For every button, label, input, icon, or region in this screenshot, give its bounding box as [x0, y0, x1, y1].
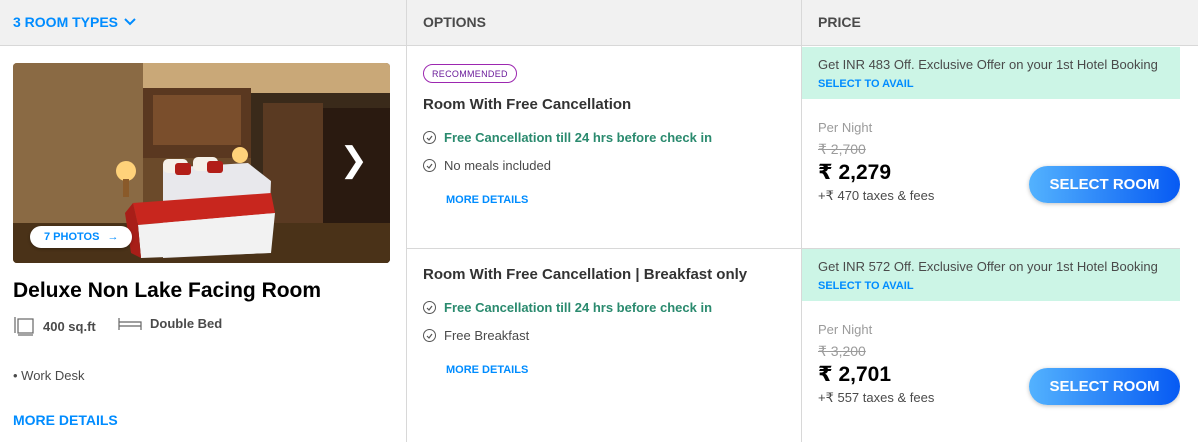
select-room-button[interactable]: SELECT ROOM	[1029, 166, 1180, 203]
cancellation-text: Free Cancellation till 24 hrs before che…	[444, 300, 713, 315]
meal-plan-text: No meals included	[444, 158, 551, 173]
price-heading: PRICE	[818, 14, 861, 30]
discounted-price: ₹ 2,701	[818, 363, 891, 386]
next-photo-icon[interactable]: ❯	[340, 143, 369, 177]
photos-count-label: 7 PHOTOS	[44, 231, 100, 243]
per-night-label: Per Night	[818, 322, 873, 337]
cancellation-text: Free Cancellation till 24 hrs before che…	[444, 130, 713, 145]
header-options: OPTIONS	[406, 0, 802, 46]
amenity-item: • Work Desk	[13, 368, 85, 383]
option-title: Room With Free Cancellation | Breakfast …	[423, 266, 748, 283]
discounted-price: ₹ 2,279	[818, 161, 891, 184]
room-option-2: Room With Free Cancellation | Breakfast …	[406, 249, 802, 442]
room-more-details-link[interactable]: MORE DETAILS	[13, 412, 118, 428]
room-size: 400 sq.ft	[13, 316, 96, 336]
check-circle-icon	[423, 159, 436, 172]
room-types-toggle[interactable]: 3 ROOM TYPES	[13, 14, 136, 30]
bed-type-label: Double Bed	[150, 316, 223, 331]
cancellation-policy: Free Cancellation till 24 hrs before che…	[423, 300, 712, 315]
amenity-label: Work Desk	[21, 368, 85, 383]
option-more-details-link[interactable]: MORE DETAILS	[446, 194, 528, 206]
room-photo[interactable]: ❯ 7 PHOTOS →	[13, 63, 390, 263]
original-price: ₹ 3,200	[818, 343, 866, 359]
cancellation-policy: Free Cancellation till 24 hrs before che…	[423, 130, 712, 145]
bed-type: Double Bed	[118, 316, 222, 331]
room-size-icon	[14, 317, 34, 336]
price-block-2: Get INR 572 Off. Exclusive Offer on your…	[802, 249, 1198, 442]
room-title: Deluxe Non Lake Facing Room	[13, 279, 322, 302]
chevron-down-icon	[124, 18, 136, 26]
option-title: Room With Free Cancellation	[423, 96, 632, 113]
select-room-button[interactable]: SELECT ROOM	[1029, 368, 1180, 405]
recommended-tag: RECOMMENDED	[423, 64, 517, 83]
select-to-avail-link[interactable]: SELECT TO AVAIL	[818, 78, 914, 90]
taxes-and-fees: +₹ 557 taxes & fees	[818, 390, 935, 405]
options-heading: OPTIONS	[423, 14, 487, 30]
offer-banner: Get INR 483 Off. Exclusive Offer on your…	[802, 47, 1182, 99]
select-to-avail-link[interactable]: SELECT TO AVAIL	[818, 280, 914, 292]
offer-text: Get INR 572 Off. Exclusive Offer on your…	[818, 259, 1158, 274]
original-price: ₹ 2,700	[818, 141, 866, 157]
header-room-types[interactable]: 3 ROOM TYPES	[0, 0, 406, 46]
check-circle-icon	[423, 329, 436, 342]
meal-plan: No meals included	[423, 158, 551, 173]
meal-plan: Free Breakfast	[423, 328, 529, 343]
arrow-right-icon: →	[107, 231, 119, 243]
room-size-label: 400 sq.ft	[43, 318, 96, 334]
option-more-details-link[interactable]: MORE DETAILS	[446, 364, 528, 376]
photos-count-badge[interactable]: 7 PHOTOS →	[30, 226, 133, 248]
header-price: PRICE	[802, 0, 1198, 46]
offer-text: Get INR 483 Off. Exclusive Offer on your…	[818, 57, 1158, 72]
room-listing: 3 ROOM TYPES OPTIONS PRICE ❯ 7 PHOTOS → …	[0, 0, 1198, 442]
check-circle-icon	[423, 131, 436, 144]
room-types-label: 3 ROOM TYPES	[13, 14, 119, 30]
room-option-1: RECOMMENDED Room With Free Cancellation …	[406, 47, 802, 248]
per-night-label: Per Night	[818, 120, 873, 135]
taxes-and-fees: +₹ 470 taxes & fees	[818, 188, 935, 203]
price-block-1: Get INR 483 Off. Exclusive Offer on your…	[802, 47, 1198, 248]
meal-plan-text: Free Breakfast	[444, 328, 530, 343]
scrollbar[interactable]	[1180, 46, 1198, 442]
check-circle-icon	[423, 301, 436, 314]
bed-icon	[118, 317, 142, 330]
offer-banner: Get INR 572 Off. Exclusive Offer on your…	[802, 249, 1182, 301]
